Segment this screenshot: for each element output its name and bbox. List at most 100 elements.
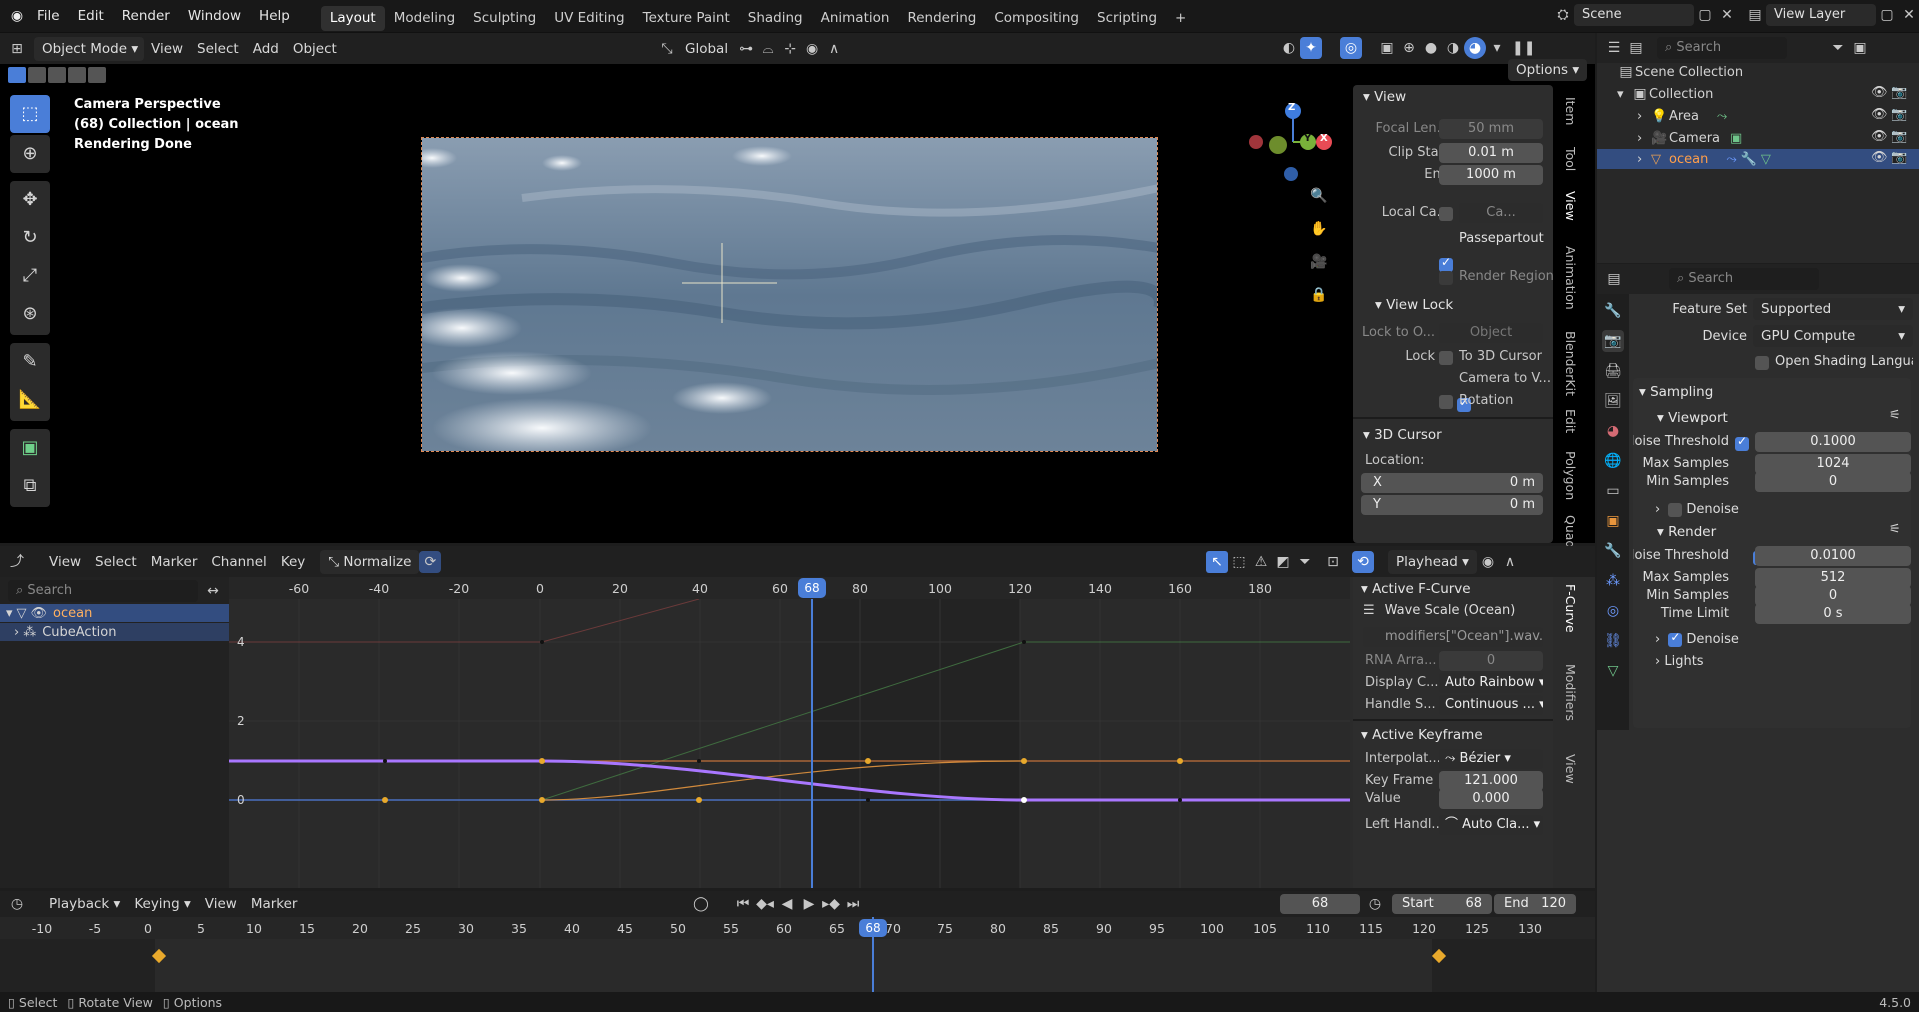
tab-quad[interactable]: Quad xyxy=(1563,515,1578,548)
jump-keyframe-forward-icon[interactable]: ▸◆ xyxy=(820,893,842,915)
outliner-item-camera[interactable]: › 🎥 Camera ▣ 👁 📷 xyxy=(1637,129,1917,147)
active-keyframe-header[interactable]: ▾ Active Keyframe xyxy=(1361,723,1483,747)
cursor-tool-icon[interactable]: ⊕ xyxy=(10,135,50,173)
ocean-render-icon[interactable]: 📷 xyxy=(1891,150,1907,165)
tab-scripting[interactable]: Scripting xyxy=(1088,6,1166,31)
tab-texture-paint[interactable]: Texture Paint xyxy=(634,6,739,31)
viewport-presets-icon[interactable]: ⚟ xyxy=(1889,408,1901,423)
properties-editor-icon[interactable]: ▤ xyxy=(1603,268,1625,290)
left-handle-dropdown[interactable]: ⌒ Auto Cla... ▾ xyxy=(1439,815,1543,835)
copy-scene-icon[interactable]: ▢ xyxy=(1694,4,1716,26)
tab-tool[interactable]: Tool xyxy=(1563,147,1578,171)
select-new-icon[interactable] xyxy=(8,67,26,83)
clip-start-field[interactable]: 0.01 m xyxy=(1439,143,1543,163)
annotate-tool-icon[interactable]: ✎ xyxy=(10,343,50,381)
menu-select[interactable]: Select xyxy=(190,37,246,61)
tab-animation[interactable]: Animation xyxy=(812,6,899,31)
select-subtract-icon[interactable] xyxy=(48,67,66,83)
tab-modeling[interactable]: Modeling xyxy=(385,6,464,31)
menu-render[interactable]: Render xyxy=(113,0,179,33)
channel-ocean[interactable]: ▾ ▽ 👁 ocean xyxy=(0,604,229,622)
lock-to-cursor-checkbox[interactable] xyxy=(1439,351,1453,365)
vp-denoise-checkbox[interactable] xyxy=(1668,502,1683,517)
graph-proportional-icon[interactable]: ◉ xyxy=(1477,551,1499,573)
menu-help[interactable]: Help xyxy=(250,0,299,33)
feature-set-dropdown[interactable]: Supported ▾ xyxy=(1753,298,1913,320)
r-noise-threshold-field[interactable]: 0.0100 xyxy=(1755,546,1911,566)
constraints-properties-icon[interactable]: ⛓ xyxy=(1602,630,1624,652)
tab-layout[interactable]: Layout xyxy=(320,5,385,31)
pivot-dropdown[interactable]: Playhead ▾ xyxy=(1388,550,1477,574)
scene-icon[interactable]: ⛭ xyxy=(1552,4,1574,26)
focal-length-field[interactable]: 50 mm xyxy=(1439,119,1543,139)
camera-visibility-icon[interactable]: 👁 xyxy=(1871,129,1888,144)
render-region-checkbox[interactable] xyxy=(1439,271,1453,285)
remove-scene-icon[interactable]: ✕ xyxy=(1716,4,1738,26)
outliner-search-input[interactable]: ⌕ Search xyxy=(1657,37,1787,59)
lock-camera-icon[interactable]: 🔒 xyxy=(1308,284,1330,306)
menu-object[interactable]: Object xyxy=(286,37,344,61)
menu-window[interactable]: Window xyxy=(179,0,250,33)
keying-menu[interactable]: Keying ▾ xyxy=(127,892,197,916)
expand-arrow-icon[interactable]: ▾ xyxy=(1617,87,1631,102)
clip-end-field[interactable]: 1000 m xyxy=(1439,165,1543,185)
data-properties-icon[interactable]: ▽ xyxy=(1602,660,1624,682)
interpolation-dropdown[interactable]: ⤳ Bézier ▾ xyxy=(1439,749,1543,769)
timeline-marker-menu[interactable]: Marker xyxy=(244,892,305,916)
tab-sculpting[interactable]: Sculpting xyxy=(464,6,545,31)
data-path-field[interactable]: modifiers["Ocean"].wav... xyxy=(1363,627,1543,647)
local-camera-checkbox[interactable] xyxy=(1439,207,1453,221)
expand-arrow-icon[interactable]: › xyxy=(1637,109,1651,124)
r-max-samples-field[interactable]: 512 xyxy=(1755,568,1911,588)
channel-eye-icon[interactable]: 👁 xyxy=(31,606,48,621)
tab-modifiers[interactable]: Modifiers xyxy=(1563,664,1578,721)
normalize-pivot-icon[interactable]: ⊡ xyxy=(1322,551,1344,573)
graph-falloff-icon[interactable]: ∧ xyxy=(1499,551,1521,573)
timeline-editor-icon[interactable]: ◷ xyxy=(6,893,28,915)
shading-options-icon[interactable]: ▾ xyxy=(1486,37,1508,59)
frame-end-field[interactable]: End 120 xyxy=(1494,894,1576,914)
normalize-toggle[interactable]: ⤡ Normalize xyxy=(320,549,420,574)
graph-playhead-badge[interactable]: 68 xyxy=(798,578,826,598)
pause-render-icon[interactable]: ❚❚ xyxy=(1512,37,1535,59)
r-time-limit-field[interactable]: 0 s xyxy=(1755,604,1911,624)
tab-compositing[interactable]: Compositing xyxy=(985,6,1088,31)
view-layer-properties-icon[interactable]: 🖼 xyxy=(1602,390,1624,412)
display-mode-icon[interactable]: ▤ xyxy=(1625,37,1647,59)
create-ghost-icon[interactable]: ◩ xyxy=(1272,551,1294,573)
view-panel-header[interactable]: ▾ View xyxy=(1353,85,1553,109)
tab-rendering[interactable]: Rendering xyxy=(898,6,985,31)
outliner-editor-icon[interactable]: ☰ xyxy=(1603,37,1625,59)
current-frame-field[interactable]: 68 xyxy=(1280,894,1360,914)
pivot-icon[interactable]: ⊶ xyxy=(735,38,757,60)
overlay-toggle-icon[interactable]: ◎ xyxy=(1340,37,1362,59)
vp-noise-threshold-checkbox[interactable] xyxy=(1735,434,1749,451)
shading-wireframe-icon[interactable]: ⊕ xyxy=(1398,37,1420,59)
snap-target-icon[interactable]: ⊹ xyxy=(779,38,801,60)
visibility-icon[interactable]: ◐ xyxy=(1278,37,1300,59)
tool-properties-icon[interactable]: 🔧 xyxy=(1602,300,1624,322)
expand-arrow-icon[interactable]: › xyxy=(1637,131,1651,146)
expand-arrow-icon[interactable]: ▾ xyxy=(6,606,13,621)
swap-filter-icon[interactable]: ↔ xyxy=(202,580,224,602)
show-hidden-icon[interactable]: ⬚ xyxy=(1228,551,1250,573)
rna-array-field[interactable]: 0 xyxy=(1439,651,1543,671)
collection-render-icon[interactable]: 📷 xyxy=(1891,85,1907,100)
tab-animation-sidebar[interactable]: Animation xyxy=(1563,246,1578,310)
falloff-icon[interactable]: ∧ xyxy=(823,38,845,60)
graph-overlay-icon[interactable]: ⟲ xyxy=(1352,551,1374,573)
ocean-visibility-icon[interactable]: 👁 xyxy=(1871,150,1888,165)
display-color-dropdown[interactable]: Auto Rainbow ▾ xyxy=(1439,673,1543,693)
measure-tool-icon[interactable]: 📐 xyxy=(10,381,50,419)
graph-editor-type-icon[interactable]: ⤴ xyxy=(6,551,28,573)
view-lock-header[interactable]: ▾ View Lock xyxy=(1375,293,1453,317)
remove-view-layer-icon[interactable]: ✕ xyxy=(1898,4,1919,26)
vp-noise-threshold-field[interactable]: 0.1000 xyxy=(1755,432,1911,452)
osl-checkbox[interactable] xyxy=(1755,356,1769,370)
cursor-y-field[interactable]: Y0 m xyxy=(1361,495,1543,515)
only-errors-icon[interactable]: ⚠ xyxy=(1250,551,1272,573)
auto-normalize-icon[interactable]: ⟳ xyxy=(419,550,442,573)
outliner-collection-row[interactable]: ▾ ▣ Collection 👁 📷 xyxy=(1617,85,1917,103)
menu-file[interactable]: File xyxy=(28,0,69,33)
camera-render-icon[interactable]: 📷 xyxy=(1891,129,1907,144)
